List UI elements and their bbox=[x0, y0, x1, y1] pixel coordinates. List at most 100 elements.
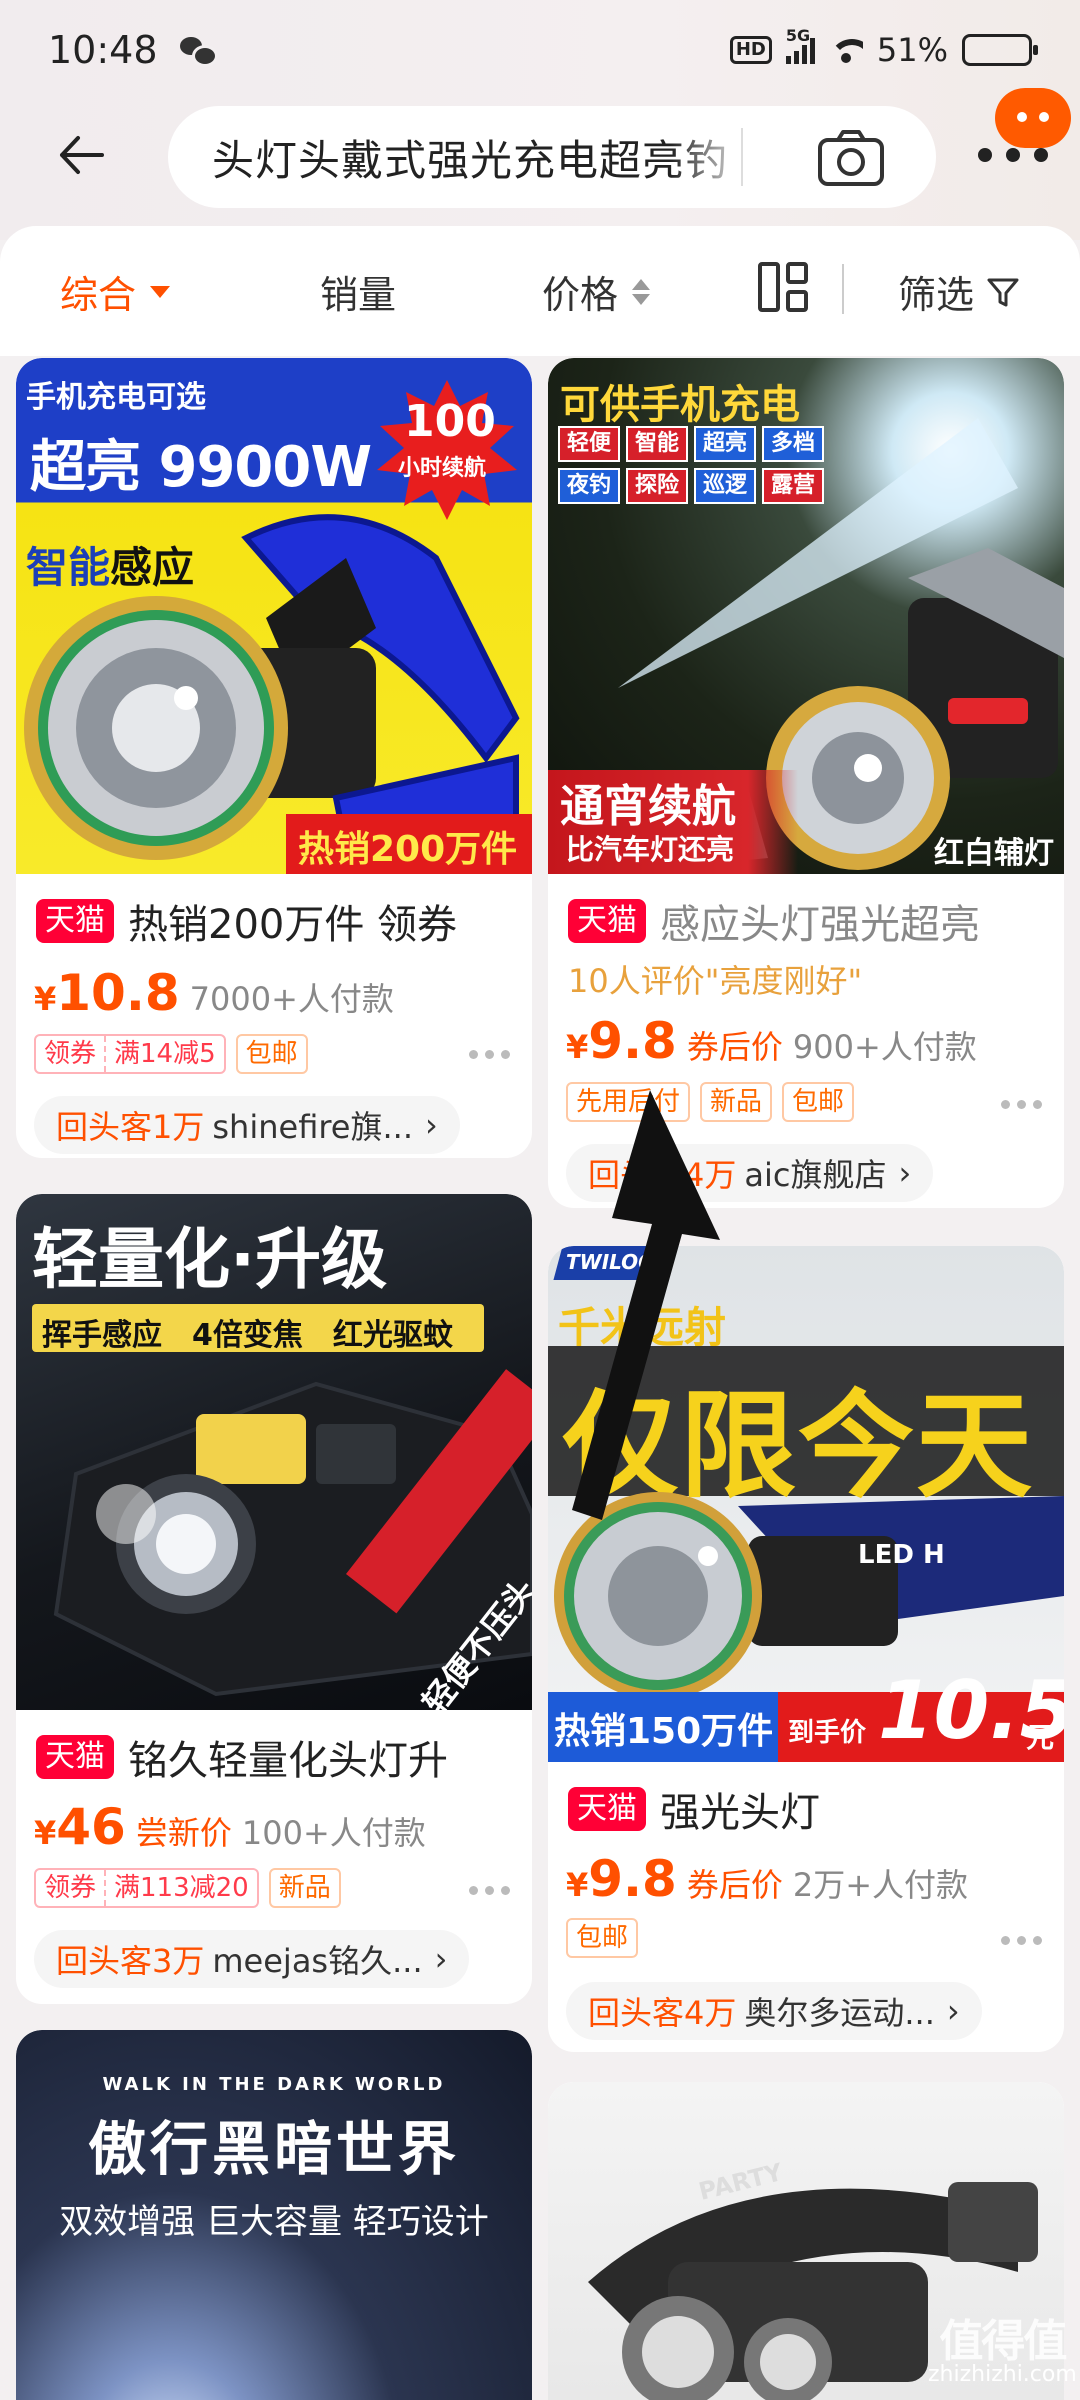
product-card[interactable]: TWILOGO 千米远射 仅限今天 LED H 热销150万件 到手价 10.5… bbox=[548, 1246, 1064, 2052]
image-text: LED H bbox=[858, 1540, 945, 1570]
product-card[interactable]: WALK IN THE DARK WORLD 傲行黑暗世界 双效增强 巨大容量 … bbox=[16, 2030, 532, 2400]
product-image[interactable]: 可供手机充电 轻便 智能 超亮 多档 夜钓 探险 巡逻 露营 通宵续航 比汽车灯还亮 红白辅灯 bbox=[548, 358, 1064, 874]
price-note: 尝新价 bbox=[135, 1814, 232, 1852]
search-divider bbox=[741, 128, 743, 186]
image-text: 元 bbox=[1026, 1721, 1055, 1754]
product-card[interactable]: 轻量化·升级 挥手感应 4倍变焦 红光驱蚊 轻便不压头 天猫 铭久轻量化头灯升 … bbox=[16, 1194, 532, 2004]
product-title[interactable]: 天猫 铭久轻量化头灯升 bbox=[36, 1728, 448, 1786]
product-image[interactable]: TWILOGO 千米远射 仅限今天 LED H 热销150万件 到手价 10.5… bbox=[548, 1246, 1064, 1762]
status-time: 10:48 bbox=[48, 28, 158, 72]
watermark: 值得值 zhizhizhi.com bbox=[928, 2320, 1077, 2386]
brand-logo-text: TWILOGO bbox=[566, 1250, 672, 1274]
tag: 包邮 bbox=[566, 1918, 639, 1958]
price: ¥10.8 bbox=[34, 964, 180, 1022]
price-row: ¥10.8 7000+人付款 bbox=[34, 964, 394, 1022]
product-card[interactable]: 可供手机充电 轻便 智能 超亮 多档 夜钓 探险 巡逻 露营 通宵续航 比汽车灯还亮 红白辅灯… bbox=[548, 358, 1064, 1208]
product-card[interactable]: 手机充电可选 超亮 9900W 智能感应 100 小时续航 热销200万件 天猫… bbox=[16, 358, 532, 1158]
card-more-icon[interactable] bbox=[1001, 1936, 1042, 1945]
watermark-logo: 值得值 bbox=[939, 2316, 1067, 2367]
caret-down-icon bbox=[150, 285, 171, 298]
sort-sales[interactable]: 销量 bbox=[320, 264, 396, 319]
repeat-buyers: 回头客3万 bbox=[56, 1942, 205, 1980]
sort-arrows-icon bbox=[632, 278, 651, 305]
more-menu-button[interactable] bbox=[978, 88, 1071, 180]
tmall-badge: 天猫 bbox=[568, 1787, 646, 1831]
image-text: 热销200万件 bbox=[298, 829, 518, 870]
price: ¥46 bbox=[34, 1798, 126, 1856]
search-input[interactable]: 头灯头戴式强光充电超亮钓 bbox=[212, 127, 752, 188]
product-title-text: 感应头灯强光超亮 bbox=[660, 902, 980, 948]
image-text: 双效增强 巨大容量 轻巧设计 bbox=[59, 2202, 489, 2242]
tag: 新品 bbox=[268, 1868, 341, 1908]
shop-link[interactable]: 回头客4万 奥尔多运动... › bbox=[566, 1982, 982, 2040]
price-row: ¥46 尝新价 100+人付款 bbox=[34, 1798, 426, 1856]
camera-icon bbox=[818, 130, 884, 186]
image-text: 100 bbox=[404, 396, 496, 447]
shop-link[interactable]: 回头客1万 shinefire旗... › bbox=[34, 1096, 460, 1154]
chevron-right-icon: › bbox=[946, 1992, 960, 2030]
back-button[interactable] bbox=[56, 130, 106, 180]
sold-count: 100+人付款 bbox=[241, 1814, 426, 1852]
image-text: 超亮 9900W bbox=[30, 435, 372, 500]
product-title[interactable]: 天猫 强光头灯 bbox=[568, 1780, 820, 1838]
shop-name: aic旗舰店 bbox=[744, 1156, 887, 1194]
headlamp-illustration bbox=[554, 1492, 1064, 1692]
coupon-tag[interactable]: 领券 满113减20 bbox=[34, 1868, 259, 1908]
sort-bar: 综合 销量 价格 筛选 bbox=[0, 226, 1080, 356]
sort-sales-label: 销量 bbox=[320, 273, 397, 317]
sort-price-label: 价格 bbox=[542, 273, 619, 317]
chevron-right-icon: › bbox=[434, 1940, 448, 1978]
hd-icon: HD bbox=[729, 36, 772, 64]
image-text: 红白辅灯 bbox=[934, 836, 1054, 871]
promo-tags: 领券 满113减20 新品 bbox=[34, 1868, 341, 1908]
image-text: WALK IN THE DARK WORLD bbox=[102, 2074, 446, 2095]
tmall-badge: 天猫 bbox=[36, 1735, 114, 1779]
sold-count: 7000+人付款 bbox=[189, 980, 394, 1018]
arrow-left-icon bbox=[60, 136, 104, 174]
image-text: 手机充电可选 bbox=[26, 380, 206, 415]
repeat-buyers: 回头客4万 bbox=[588, 1994, 737, 2032]
camera-search-button[interactable] bbox=[816, 128, 886, 188]
product-image[interactable]: 轻量化·升级 挥手感应 4倍变焦 红光驱蚊 轻便不压头 bbox=[16, 1194, 532, 1710]
network-label: 5G bbox=[785, 26, 811, 45]
card-more-icon[interactable] bbox=[1001, 1100, 1042, 1109]
sold-count: 2万+人付款 bbox=[792, 1866, 969, 1904]
repeat-buyers: 回头客1万 bbox=[56, 1108, 205, 1146]
tmall-badge: 天猫 bbox=[36, 899, 114, 943]
image-text: 到手价 bbox=[788, 1718, 867, 1748]
image-text: 热销150万件 bbox=[554, 1711, 774, 1752]
signal-icon: 5G bbox=[785, 26, 815, 64]
product-image[interactable]: WALK IN THE DARK WORLD 傲行黑暗世界 双效增强 巨大容量 … bbox=[16, 2030, 532, 2400]
sort-comprehensive[interactable]: 综合 bbox=[60, 264, 171, 319]
tag: 包邮 bbox=[235, 1034, 308, 1074]
price-row: ¥9.8 券后价 2万+人付款 bbox=[566, 1850, 968, 1908]
image-text: 轻量化·升级 bbox=[32, 1221, 388, 1298]
chevron-right-icon: › bbox=[898, 1154, 912, 1192]
product-title-text: 热销200万件 领券 bbox=[128, 902, 458, 948]
product-image[interactable]: 手机充电可选 超亮 9900W 智能感应 100 小时续航 热销200万件 bbox=[16, 358, 532, 874]
filter-label: 筛选 bbox=[898, 273, 975, 317]
wifi-icon bbox=[828, 37, 863, 63]
product-title[interactable]: 天猫 感应头灯强光超亮 bbox=[568, 892, 980, 950]
image-text: 小时续航 bbox=[398, 456, 487, 481]
shop-name: 奥尔多运动... bbox=[744, 1994, 935, 2032]
price-row: ¥9.8 券后价 900+人付款 bbox=[566, 1012, 977, 1070]
promo-tags: 先用后付 新品 包邮 bbox=[566, 1082, 855, 1122]
sort-price[interactable]: 价格 bbox=[542, 264, 651, 319]
promo-tags: 领券 满14减5 包邮 bbox=[34, 1034, 308, 1074]
review-summary: 10人评价"亮度刚好" bbox=[568, 962, 863, 1000]
shop-link[interactable]: 回头客4万 aic旗舰店 › bbox=[566, 1144, 934, 1202]
coupon-tag[interactable]: 领券 满14减5 bbox=[34, 1034, 226, 1074]
shop-link[interactable]: 回头客3万 meejas铭久... › bbox=[34, 1930, 470, 1988]
grid-view-icon[interactable] bbox=[758, 262, 808, 312]
search-row: 头灯头戴式强光充电超亮钓 bbox=[0, 88, 1080, 220]
product-title[interactable]: 天猫 热销200万件 领券 bbox=[36, 892, 457, 950]
promo-tags: 包邮 bbox=[566, 1918, 639, 1958]
image-text: 通宵续航 bbox=[560, 781, 736, 832]
card-more-icon[interactable] bbox=[469, 1050, 510, 1059]
card-more-icon[interactable] bbox=[469, 1886, 510, 1895]
search-box[interactable]: 头灯头戴式强光充电超亮钓 bbox=[168, 106, 936, 208]
image-text: 傲行黑暗世界 bbox=[87, 2115, 460, 2183]
filter-button[interactable]: 筛选 bbox=[898, 264, 1020, 319]
message-bubble-icon bbox=[995, 88, 1071, 148]
